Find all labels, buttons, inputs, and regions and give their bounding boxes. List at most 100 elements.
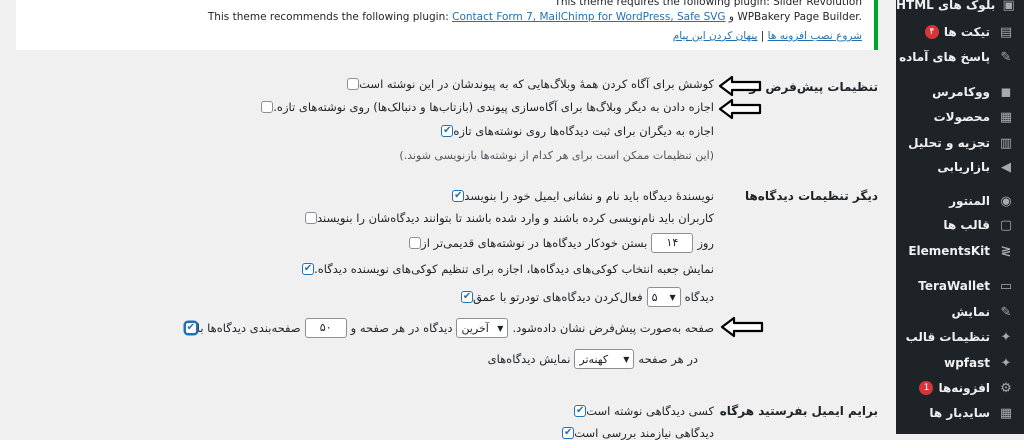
annotation-arrow-icon [718, 75, 762, 97]
comment-order-label: نمایش دیدگاه‌های [487, 352, 571, 366]
option-threaded-comments: ✔ فعال‌کردن دیدگاه‌های تودرتو با عمق ۵ ▼ … [456, 287, 714, 307]
thread-depth-select[interactable]: ۵ ▼ [646, 287, 681, 307]
notice-recommends-prefix: This theme recommends the following plug… [207, 11, 453, 23]
appearance-icon: ✎ [1000, 304, 1012, 320]
menu-label: wpfast [944, 356, 990, 370]
menu-products[interactable]: ▦ محصولات [896, 104, 1024, 130]
option-comment-held-moderation: ✔ دیدگاهی نیازمند بررسی است [557, 426, 714, 440]
comments-per-page-input[interactable]: ۵۰ [304, 318, 347, 338]
wpfast-icon: ✦ [1000, 355, 1012, 371]
default-comments-page-select[interactable]: آخرین ▼ [456, 318, 509, 338]
comment-order-value: کهنه‌تر [579, 352, 609, 366]
menu-label: نمایش [951, 305, 990, 319]
menu-label: المنتور [949, 194, 990, 208]
menu-marketing[interactable]: ◀ بازاریابی [896, 154, 1024, 180]
menu-label: پاسخ های آماده [899, 50, 990, 64]
close-comments-checkbox[interactable] [409, 237, 422, 249]
menu-label: تیکت ها [943, 25, 990, 39]
option-require-name-email: ✔ نویسندهٔ دیدگاه باید نام و نشانی ایمیل… [447, 189, 714, 203]
begin-install-link[interactable]: شروع نصب افزونه ها [768, 30, 862, 42]
products-icon: ▦ [999, 109, 1013, 125]
require-name-email-checkbox[interactable]: ✔ [452, 190, 465, 202]
sidebars-icon: ▦ [999, 405, 1013, 421]
notice-required-text: This theme requires the following plugin… [554, 0, 862, 8]
menu-html-blocks[interactable]: ▣ بلوک های HTML [896, 0, 1024, 18]
annotation-arrow-icon [718, 98, 762, 120]
menu-wpfast[interactable]: ✦ wpfast [896, 350, 1024, 376]
woocommerce-icon: ◼ [1000, 84, 1012, 100]
menu-terawallet[interactable]: ▭ TeraWallet [896, 273, 1024, 299]
held-moderation-label: دیدگاهی نیازمند بررسی است [574, 426, 714, 440]
allow-comments-checkbox[interactable]: ✔ [441, 125, 454, 137]
section-email-me-whenever: برایم ایمیل بفرستید هرگاه [719, 404, 878, 418]
paginate-comments-label: صفحه‌بندی دیدگاه‌ها با [196, 321, 301, 335]
notify-linked-checkbox[interactable] [347, 78, 360, 90]
registration-required-label: کاربران باید نام‌نویسی کرده باشند و وارد… [316, 211, 714, 225]
menu-label: ووکامرس [932, 85, 990, 99]
option-cookies-optin: ✔ نمایش جعبه انتخاب کوکی‌های دیدگاه‌ها، … [297, 262, 714, 276]
option-notify-linked-blogs: کوشش برای آگاه کردن همهٔ وبلاگ‌هایی که ب… [342, 77, 714, 91]
allow-comments-label: اجازه به دیگران برای ثبت دیدگاه‌ها روی ن… [453, 124, 714, 138]
html-blocks-icon: ▣ [1002, 0, 1015, 13]
elementskit-icon: ≷ [1000, 243, 1012, 259]
paginate-comments-middle: دیدگاه در هر صفحه و [350, 321, 453, 335]
cookies-optin-checkbox[interactable]: ✔ [302, 263, 315, 275]
tickets-count-badge: ۴ [924, 25, 939, 39]
notice-separator: | [757, 30, 768, 42]
require-name-email-label: نویسندهٔ دیدگاه باید نام و نشانی ایمیل خ… [464, 189, 714, 203]
menu-label: بلوک های HTML [896, 0, 996, 12]
pin-icon: ✎ [1000, 49, 1012, 65]
notify-linked-label: کوشش برای آگاه کردن همهٔ وبلاگ‌هایی که ب… [359, 77, 714, 91]
annotation-arrow-icon [720, 316, 764, 338]
chevron-down-icon: ▼ [497, 323, 504, 333]
option-registration-required: کاربران باید نام‌نویسی کرده باشند و وارد… [300, 211, 714, 225]
recommended-plugins-links[interactable]: Contact Form 7, MailChimp for WordPress,… [452, 11, 725, 23]
chevron-down-icon: ▼ [623, 354, 630, 364]
menu-appearance[interactable]: ✎ نمایش [896, 299, 1024, 325]
threaded-comments-suffix: دیدگاه [684, 290, 714, 304]
dismiss-notice-link[interactable]: پنهان کردن این پیام [673, 30, 758, 42]
comment-order-select[interactable]: کهنه‌تر ▼ [574, 349, 635, 369]
held-moderation-checkbox[interactable]: ✔ [562, 427, 575, 439]
comment-order-suffix: در هر صفحه [638, 352, 698, 366]
notice-actions: شروع نصب افزونه ها | پنهان کردن این پیام [673, 30, 862, 42]
analytics-icon: ▥ [999, 135, 1013, 151]
menu-elementor[interactable]: ◉ المنتور [896, 188, 1024, 214]
option-allow-comments: ✔ اجازه به دیگران برای ثبت دیدگاه‌ها روی… [436, 124, 714, 138]
option-paginate-comments: ✔ صفحه‌بندی دیدگاه‌ها با ۵۰ دیدگاه در هر… [180, 318, 714, 338]
plugins-icon: ⚙ [1000, 380, 1012, 396]
menu-label: قالب ها [943, 218, 990, 232]
paginate-comments-suffix: صفحه به‌صورت پیش‌فرض نشان داده‌شود. [512, 321, 714, 335]
menu-canned-responses[interactable]: ✎ پاسخ های آماده [896, 44, 1024, 70]
override-description: (این تنظیمات ممکن است برای هر کدام از نو… [399, 149, 714, 162]
threaded-comments-checkbox[interactable]: ✔ [461, 291, 474, 303]
theme-settings-icon: ✦ [1000, 329, 1012, 345]
menu-plugins[interactable]: ⚙ افزونه‌ها 1 [896, 375, 1024, 401]
threaded-comments-label: فعال‌کردن دیدگاه‌های تودرتو با عمق [473, 290, 643, 304]
registration-required-checkbox[interactable] [304, 212, 317, 224]
allow-pings-checkbox[interactable] [261, 101, 274, 113]
anyone-posts-checkbox[interactable]: ✔ [574, 405, 587, 417]
marketing-icon: ◀ [1001, 159, 1011, 175]
menu-elementskit[interactable]: ≷ ElementsKit [896, 238, 1024, 264]
section-other-comment-settings: دیگر تنظیمات دیدگاه‌ها [744, 189, 878, 203]
tickets-icon: ▤ [999, 24, 1013, 40]
menu-theme-settings[interactable]: ✦ تنظیمات قالب [896, 324, 1024, 350]
menu-label: ElementsKit [908, 244, 990, 258]
menu-label: تنظیمات قالب [905, 330, 990, 344]
menu-tickets[interactable]: ▤ تیکت ها ۴ [896, 19, 1024, 45]
paginate-comments-checkbox[interactable]: ✔ [184, 322, 197, 334]
menu-label: سایدبار ها [929, 406, 990, 420]
menu-analytics[interactable]: ▥ تجزیه و تحلیل [896, 130, 1024, 156]
elementor-icon: ◉ [1000, 193, 1012, 209]
close-comments-label: بستن خودکار دیدگاه‌ها در نوشته‌های قدیمی… [421, 236, 648, 250]
menu-woocommerce[interactable]: ◼ ووکامرس [896, 79, 1024, 105]
menu-sidebars[interactable]: ▦ سایدبار ها [896, 400, 1024, 426]
close-days-input[interactable]: ۱۴ [651, 233, 694, 253]
menu-templates[interactable]: ▢ قالب ها [896, 212, 1024, 238]
notice-recommended-text: This theme recommends the following plug… [208, 11, 862, 23]
menu-label: تجزیه و تحلیل [908, 136, 990, 150]
menu-label: TeraWallet [918, 279, 990, 293]
close-days-unit: روز [697, 236, 714, 250]
anyone-posts-label: کسی دیدگاهی نوشته است [586, 404, 714, 418]
